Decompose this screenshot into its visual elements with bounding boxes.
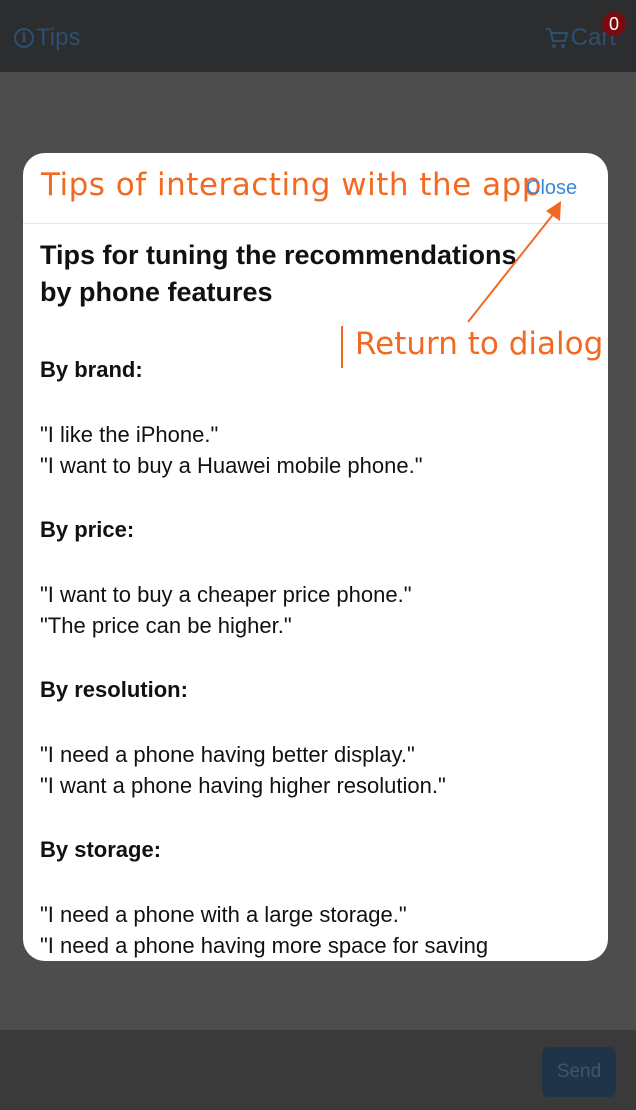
- annotation-arrow: [467, 201, 561, 323]
